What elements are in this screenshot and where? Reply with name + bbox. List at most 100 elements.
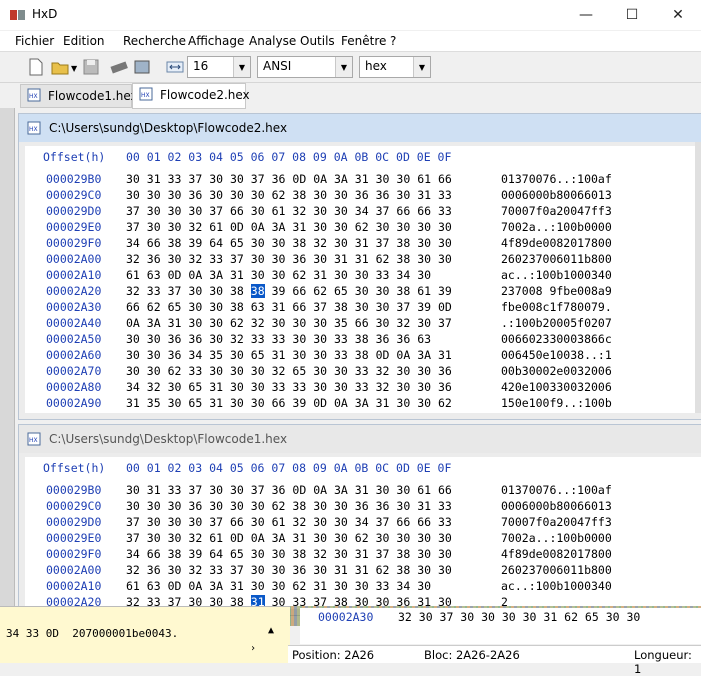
row-text[interactable]: 70007f0a20047ff3 [501,515,612,529]
hex-byte[interactable]: 64 [209,547,223,561]
hex-byte[interactable]: 30 [438,531,452,545]
hex-byte[interactable]: 0D [168,268,182,282]
hex-byte[interactable]: 30 [376,220,390,234]
hex-byte[interactable]: 31 [230,268,244,282]
chevron-right-icon[interactable]: › [250,643,256,654]
hex-byte[interactable]: 65 [168,300,182,314]
hex-byte[interactable]: 30 [251,252,265,266]
hex-byte[interactable]: 30 [334,531,348,545]
hex-byte[interactable]: 36 [376,499,390,513]
hex-byte[interactable]: 34 [126,380,140,394]
hex-byte[interactable]: 36 [438,364,452,378]
hex-byte[interactable]: 33 [334,348,348,362]
hex-byte[interactable]: 31 [292,531,306,545]
row-text[interactable]: 01370076..:100af [501,172,612,186]
hex-byte[interactable]: 66 [147,236,161,250]
hex-byte[interactable]: 31 [376,396,390,410]
hex-byte[interactable]: 61 [209,220,223,234]
hex-byte[interactable]: 31 [147,483,161,497]
hex-byte[interactable]: 31 [334,563,348,577]
hex-byte[interactable]: 30 [417,531,431,545]
hex-byte[interactable]: 30 [417,220,431,234]
hex-byte[interactable]: 34 [188,348,202,362]
hex-byte[interactable]: 33 [188,364,202,378]
hex-byte[interactable]: 34 [355,515,369,529]
row-text[interactable]: 260237006011b800 [501,252,612,266]
editor-window-flowcode2[interactable]: HX C:\Users\sundg\Desktop\Flowcode2.hex … [18,113,701,420]
hex-byte[interactable]: 33 [251,332,265,346]
hex-byte[interactable]: 33 [438,204,452,218]
hex-byte[interactable]: 30 [334,188,348,202]
hex-byte[interactable]: 36 [438,380,452,394]
row-text[interactable]: 006450e10038..:1 [501,348,612,362]
hex-byte[interactable]: 30 [376,531,390,545]
hex-byte[interactable]: 30 [126,332,140,346]
hex-byte[interactable]: 30 [396,531,410,545]
hex-byte[interactable]: 30 [292,332,306,346]
hex-byte[interactable]: 31 [355,172,369,186]
hex-byte[interactable]: 30 [417,380,431,394]
row-text[interactable]: 006602330003866c [501,332,612,346]
hex-byte[interactable]: 38 [396,547,410,561]
hex-byte[interactable]: 0D [438,300,452,314]
hex-byte[interactable]: 30 [334,364,348,378]
hex-byte[interactable]: 32 [188,220,202,234]
hex-byte[interactable]: 30 [396,380,410,394]
hex-byte[interactable]: 38 [292,188,306,202]
hex-byte[interactable]: 32 [396,316,410,330]
hex-byte[interactable]: 30 [417,547,431,561]
hex-byte[interactable]: 30 [168,515,182,529]
hex-byte[interactable]: 38 [292,236,306,250]
hex-byte[interactable]: 62 [376,252,390,266]
hex-byte[interactable]: 37 [126,204,140,218]
hex-byte[interactable]: 62 [272,499,286,513]
hex-byte[interactable]: 38 [396,563,410,577]
hex-byte[interactable]: 62 [230,316,244,330]
hex-byte[interactable]: 36 [396,332,410,346]
hex-byte[interactable]: 66 [292,300,306,314]
hex-byte[interactable]: 30 [188,300,202,314]
row-text[interactable]: fbe008c1f780079. [501,300,612,314]
hex-byte[interactable]: 30 [168,499,182,513]
hex-byte[interactable]: 30 [251,563,265,577]
hex-byte[interactable]: 38 [355,332,369,346]
hex-byte[interactable]: 30 [334,236,348,250]
hex-byte[interactable]: 30 [313,380,327,394]
hex-byte[interactable]: 30 [209,316,223,330]
hex-byte[interactable]: 30 [355,268,369,282]
menu-outils[interactable]: Outils [300,34,335,48]
hex-byte[interactable]: 3A [209,579,223,593]
row-text[interactable]: 237008 9fbe008a9 [501,284,612,298]
hex-byte[interactable]: 36 [188,332,202,346]
hex-byte[interactable]: 65 [292,364,306,378]
hex-byte[interactable]: 30 [396,220,410,234]
hex-byte[interactable]: 34 [355,204,369,218]
hex-byte[interactable]: 33 [209,563,223,577]
hex-byte[interactable]: 33 [168,172,182,186]
hex-byte[interactable]: 30 [313,316,327,330]
hex-byte[interactable]: 35 [209,348,223,362]
hex-byte[interactable]: 32 [272,364,286,378]
tab-flowcode1[interactable]: HX Flowcode1.hex [20,84,138,108]
hex-byte[interactable]: 37 [376,236,390,250]
hex-byte[interactable]: 30 [168,252,182,266]
hex-byte[interactable]: 30 [417,396,431,410]
hex-byte[interactable]: 36 [147,252,161,266]
hex-byte[interactable]: 36 [292,252,306,266]
hex-byte[interactable]: 30 [313,364,327,378]
hex-byte[interactable]: 30 [417,579,431,593]
hex-byte[interactable]: 3A [417,348,431,362]
hex-byte[interactable]: 38 [334,300,348,314]
hex-byte[interactable]: 34 [396,268,410,282]
hex-byte[interactable]: 32 [313,236,327,250]
hex-byte[interactable]: 62 [292,579,306,593]
hex-byte[interactable]: 36 [168,348,182,362]
hex-byte[interactable]: 37 [209,204,223,218]
hex-byte[interactable]: 30 [126,172,140,186]
hex-byte[interactable]: 38 [355,348,369,362]
hex-byte[interactable]: 30 [438,547,452,561]
hex-byte[interactable]: 38 [396,284,410,298]
hex-byte[interactable]: 30 [147,515,161,529]
hex-byte[interactable]: 62 [438,396,452,410]
hex-byte[interactable]: 30 [396,364,410,378]
